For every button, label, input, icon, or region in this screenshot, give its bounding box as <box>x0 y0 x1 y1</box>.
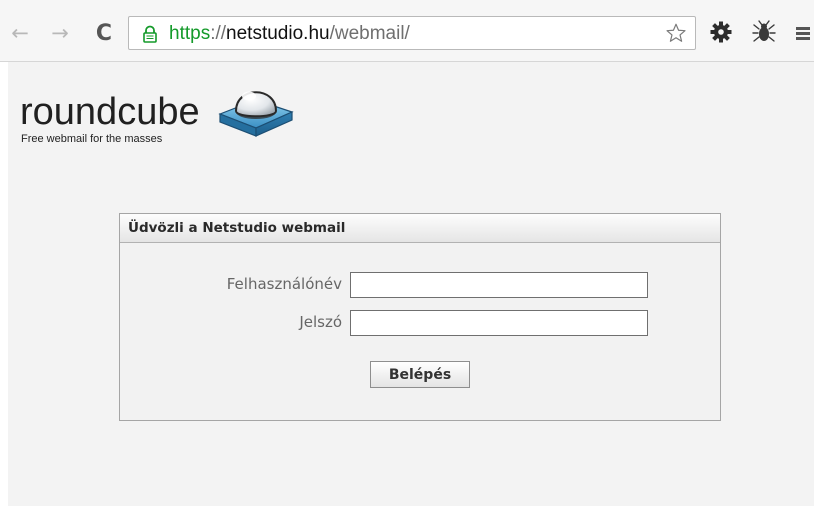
login-title: Üdvözli a Netstudio webmail <box>120 214 720 243</box>
login-button[interactable]: Belépés <box>370 361 470 388</box>
username-label: Felhasználónév <box>226 275 342 293</box>
star-icon[interactable] <box>665 22 687 44</box>
url-separator: :// <box>210 23 227 44</box>
browser-toolbar: ← → C https://netstudio.hu/webmail/ <box>0 0 814 62</box>
forward-arrow-icon[interactable]: → <box>48 21 72 45</box>
bug-icon[interactable] <box>751 19 777 45</box>
roundcube-cube-icon <box>218 91 294 137</box>
password-row: Jelszó <box>120 310 720 336</box>
gear-icon[interactable] <box>708 19 734 45</box>
url-host: netstudio.hu <box>226 23 330 44</box>
page-content: roundcube Free webmail for the masses Üd… <box>8 62 814 506</box>
url-text[interactable]: https://netstudio.hu/webmail/ <box>169 23 410 45</box>
username-row: Felhasználónév <box>120 272 720 298</box>
url-path: /webmail/ <box>329 23 410 44</box>
address-bar[interactable]: https://netstudio.hu/webmail/ <box>128 16 696 50</box>
back-arrow-icon[interactable]: ← <box>8 21 32 45</box>
password-label: Jelszó <box>299 313 342 331</box>
password-input[interactable] <box>350 310 648 336</box>
logo-wordmark: roundcube <box>20 91 200 133</box>
username-input[interactable] <box>350 272 648 298</box>
roundcube-logo: roundcube Free webmail for the masses <box>20 74 294 154</box>
logo-tagline: Free webmail for the masses <box>21 133 163 145</box>
url-scheme: https <box>169 23 211 44</box>
hamburger-menu-icon[interactable] <box>796 27 814 41</box>
reload-icon[interactable]: C <box>92 21 116 46</box>
lock-icon <box>143 25 157 43</box>
login-panel: Üdvözli a Netstudio webmail Felhasználón… <box>119 213 721 421</box>
